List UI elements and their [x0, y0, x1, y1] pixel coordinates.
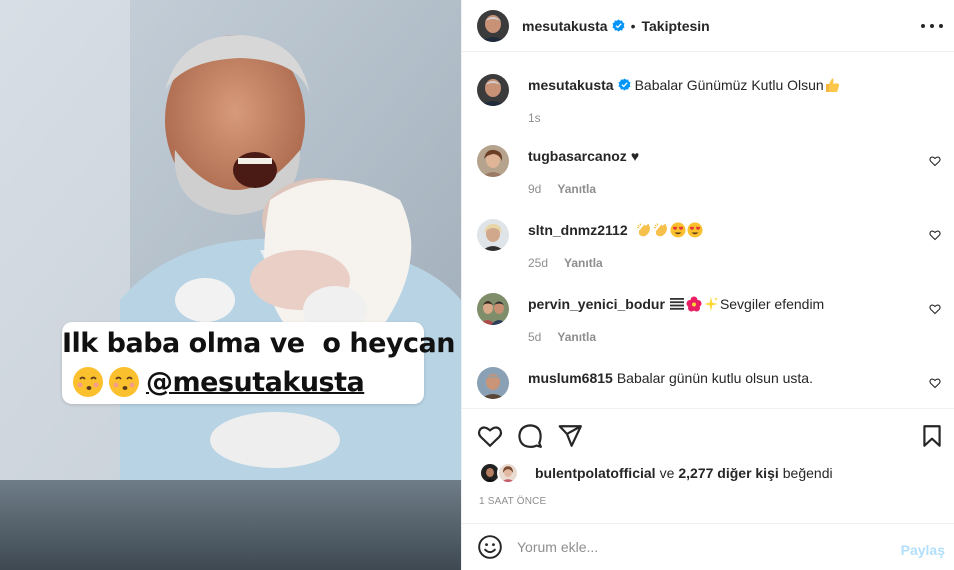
- like-heart-icon[interactable]: [477, 423, 503, 449]
- thumbs-up-icon: [825, 78, 839, 92]
- commenter-avatar[interactable]: [477, 145, 509, 177]
- post-media[interactable]: Ilk baba olma ve o heycan @mesutakusta: [0, 0, 461, 570]
- heart-icon[interactable]: [929, 377, 941, 389]
- commenter-avatar-image: [477, 293, 509, 325]
- media-caption-handle: @mesutakusta: [146, 366, 365, 398]
- sparkles-icon: [703, 297, 718, 311]
- commenter-avatar-image: [477, 367, 509, 399]
- media-caption-box: Ilk baba olma ve o heycan @mesutakusta: [62, 322, 455, 404]
- comment-text: Babalar günün kutlu olsun usta.: [616, 370, 813, 386]
- author-avatar-image: [477, 9, 509, 42]
- comment-bubble-icon[interactable]: [517, 423, 543, 449]
- comment-time: 25d: [528, 256, 549, 270]
- header-separator: •: [630, 17, 636, 34]
- commenter-avatar[interactable]: [477, 293, 509, 325]
- more-options-icon[interactable]: [921, 16, 943, 36]
- post-photo: [0, 0, 461, 570]
- comment-text: Sevgiler efendim: [719, 296, 825, 312]
- kissing-face-icon: [109, 367, 139, 397]
- liker-avatar-image: [499, 464, 517, 482]
- comment-username[interactable]: pervin_yenici_bodur: [528, 296, 665, 312]
- comment-body: sltn_dnmz2112: [528, 221, 918, 239]
- verified-badge-icon: [618, 78, 631, 91]
- comment-username[interactable]: muslum6815: [528, 370, 613, 386]
- comment-input[interactable]: [517, 539, 877, 555]
- commenter-avatar[interactable]: [477, 367, 509, 399]
- liker-avatar[interactable]: [497, 462, 519, 484]
- comment-text: ♥: [630, 148, 640, 164]
- caption-body: mesutakusta Babalar Günümüz Kutlu Olsun: [528, 76, 918, 94]
- hibiscus-icon: [686, 296, 702, 312]
- add-comment-bar: Paylaş: [462, 523, 954, 570]
- comment-body: muslum6815 Babalar günün kutlu olsun usta…: [528, 369, 918, 387]
- reply-button[interactable]: Yanıtla: [564, 256, 603, 270]
- bouquet-icon: [669, 298, 684, 310]
- likes-connector: ve: [659, 465, 675, 481]
- comment-time: 5d: [528, 330, 542, 344]
- instagram-post-view: Ilk baba olma ve o heycan @mesutakusta m…: [0, 0, 954, 570]
- comment-username[interactable]: sltn_dnmz2112: [528, 222, 628, 238]
- heart-icon[interactable]: [929, 303, 941, 315]
- caption-text: Babalar Günümüz Kutlu Olsun: [634, 77, 824, 93]
- post-comment-button[interactable]: Paylaş: [901, 542, 945, 558]
- likes-summary: bulentpolatofficial ve 2,277 diğer kişi …: [479, 462, 833, 484]
- following-status[interactable]: Takiptesin: [642, 18, 710, 34]
- commenter-avatar-image: [477, 219, 509, 251]
- post-timestamp[interactable]: 1 SAAT ÖNCE: [479, 496, 546, 507]
- clapping-hands-icon: [653, 223, 667, 237]
- post-actions-bar: [462, 408, 954, 462]
- commenter-avatar[interactable]: [477, 219, 509, 251]
- author-username[interactable]: mesutakusta: [522, 18, 608, 34]
- share-paper-plane-icon[interactable]: [557, 423, 583, 449]
- comment-username[interactable]: tugbasarcanoz: [528, 148, 627, 164]
- heart-icon[interactable]: [929, 229, 941, 241]
- commenter-avatar-image: [477, 145, 509, 177]
- media-caption-line1: Ilk baba olma ve o heycan: [62, 328, 455, 359]
- caption-author-avatar[interactable]: [477, 74, 509, 106]
- comments-list[interactable]: mesutakusta Babalar Günümüz Kutlu Olsun 1…: [462, 53, 954, 408]
- caption-time: 1s: [528, 111, 541, 125]
- first-liker-username[interactable]: bulentpolatofficial: [535, 465, 656, 481]
- caption-username[interactable]: mesutakusta: [528, 77, 614, 93]
- emoji-smile-icon[interactable]: [477, 534, 503, 560]
- reply-button[interactable]: Yanıtla: [557, 330, 596, 344]
- clapping-hands-icon: [636, 223, 650, 237]
- post-header: mesutakusta • Takiptesin: [462, 0, 954, 52]
- reply-button[interactable]: Yanıtla: [557, 182, 596, 196]
- heart-eyes-icon: [670, 222, 685, 238]
- heart-icon[interactable]: [929, 155, 941, 167]
- media-caption-line2: @mesutakusta: [72, 366, 365, 398]
- heart-eyes-icon: [687, 222, 702, 238]
- caption-author-avatar-image: [477, 74, 509, 106]
- verified-badge-icon: [612, 19, 625, 32]
- comment-body: pervin_yenici_bodur Sevgiler efendim: [528, 295, 918, 313]
- comment-time: 9d: [528, 182, 542, 196]
- comment-meta: 5d Yanıtla: [528, 330, 596, 344]
- comment-meta: 25d Yanıtla: [528, 256, 603, 270]
- comment-meta: 9d Yanıtla: [528, 182, 596, 196]
- likes-count[interactable]: 2,277 diğer kişi: [678, 465, 778, 481]
- save-bookmark-icon[interactable]: [919, 423, 945, 449]
- post-details-panel: mesutakusta • Takiptesin mesutakusta Bab…: [461, 0, 954, 570]
- kissing-face-icon: [73, 367, 103, 397]
- liker-avatars: [479, 462, 525, 484]
- likes-suffix: beğendi: [782, 465, 833, 481]
- comment-body: tugbasarcanoz ♥: [528, 147, 918, 165]
- caption-meta: 1s: [528, 111, 541, 125]
- author-avatar[interactable]: [477, 9, 509, 42]
